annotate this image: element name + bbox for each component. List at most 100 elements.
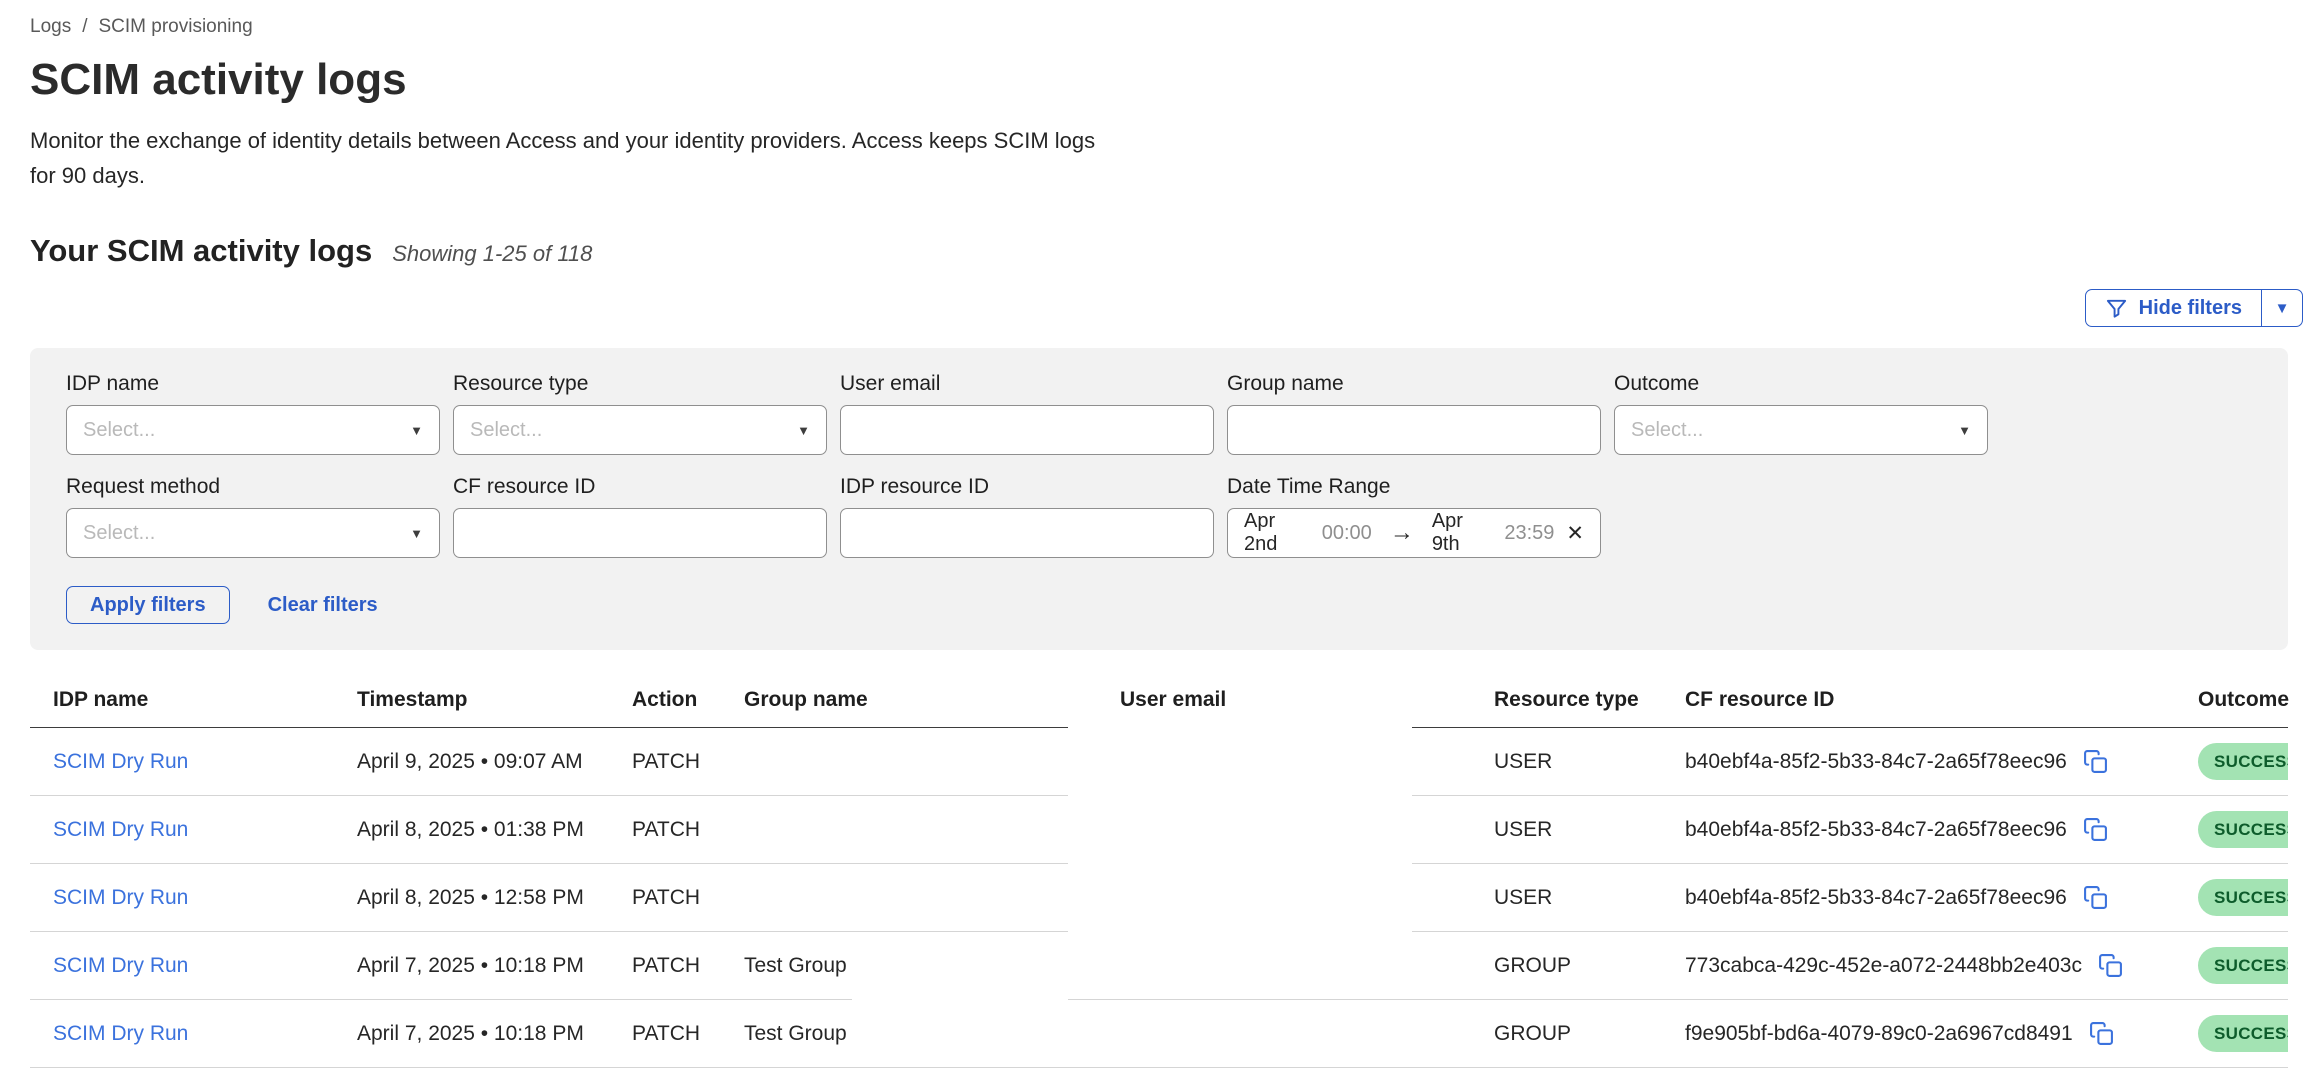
- idp-name-select[interactable]: Select... ▼: [66, 405, 440, 455]
- cell-action: PATCH: [620, 1000, 732, 1068]
- filter-field-user-email: User email: [840, 372, 1214, 455]
- apply-filters-button[interactable]: Apply filters: [66, 586, 230, 624]
- copy-icon[interactable]: [2089, 1021, 2114, 1046]
- range-end-time[interactable]: 23:59: [1504, 522, 1554, 545]
- filter-field-request-method: Request method Select... ▼: [66, 475, 440, 558]
- column-header-idp-name: IDP name: [30, 688, 345, 728]
- cf-resource-id-value: b40ebf4a-85f2-5b33-84c7-2a65f78eec96: [1685, 750, 2067, 774]
- cell-group-name: [732, 728, 1108, 796]
- select-placeholder: Select...: [83, 522, 155, 545]
- filters-dropdown-toggle[interactable]: ▼: [2261, 290, 2302, 326]
- idp-name-link[interactable]: SCIM Dry Run: [53, 954, 188, 977]
- hide-filters-button[interactable]: Hide filters ▼: [2085, 289, 2303, 327]
- idp-resource-id-input[interactable]: [840, 508, 1214, 558]
- cf-resource-id-input[interactable]: [453, 508, 827, 558]
- idp-name-link[interactable]: SCIM Dry Run: [53, 886, 188, 909]
- hide-filters-label: Hide filters: [2139, 297, 2242, 320]
- cell-idp-name: SCIM Dry Run: [30, 864, 345, 932]
- scim-activity-logs-page: Logs / SCIM provisioning SCIM activity l…: [0, 0, 2318, 1060]
- cell-cf-resource-id: b40ebf4a-85f2-5b33-84c7-2a65f78eec96: [1673, 796, 2186, 864]
- idp-name-link[interactable]: SCIM Dry Run: [53, 750, 188, 773]
- table-header-row: IDP nameTimestampActionGroup nameUser em…: [30, 688, 2288, 728]
- column-header-outcome: Outcome: [2186, 688, 2288, 728]
- outcome-select[interactable]: Select... ▼: [1614, 405, 1988, 455]
- copy-icon[interactable]: [2098, 953, 2123, 978]
- breadcrumb-logs[interactable]: Logs: [30, 16, 71, 38]
- field-label: Resource type: [453, 372, 827, 396]
- range-end-date[interactable]: Apr 9th: [1432, 510, 1493, 556]
- table-row: SCIM Dry Run April 7, 2025 • 10:18 PMPATC…: [30, 1000, 2288, 1068]
- cell-timestamp: April 8, 2025 • 01:38 PM: [345, 796, 620, 864]
- field-label: Group name: [1227, 372, 1601, 396]
- cell-action: PATCH: [620, 796, 732, 864]
- field-label: Outcome: [1614, 372, 1988, 396]
- caret-down-icon: ▼: [410, 423, 423, 438]
- field-label: Date Time Range: [1227, 475, 1601, 499]
- cell-cf-resource-id: b40ebf4a-85f2-5b33-84c7-2a65f78eec96: [1673, 728, 2186, 796]
- cell-idp-name: SCIM Dry Run: [30, 728, 345, 796]
- outcome-badge: SUCCESS: [2198, 811, 2288, 848]
- clear-filters-link[interactable]: Clear filters: [268, 594, 378, 617]
- cell-outcome: SUCCESS: [2186, 932, 2288, 1000]
- idp-name-link[interactable]: SCIM Dry Run: [53, 1022, 188, 1045]
- date-time-range-picker[interactable]: Apr 2nd 00:00 → Apr 9th 23:59 ✕: [1227, 508, 1601, 558]
- breadcrumb-scim-provisioning[interactable]: SCIM provisioning: [98, 16, 252, 38]
- select-placeholder: Select...: [1631, 419, 1703, 442]
- cell-action: PATCH: [620, 864, 732, 932]
- cell-timestamp: April 8, 2025 • 12:58 PM: [345, 864, 620, 932]
- page-title: SCIM activity logs: [30, 54, 2288, 105]
- cell-timestamp: April 9, 2025 • 09:07 AM: [345, 728, 620, 796]
- cell-idp-name: SCIM Dry Run: [30, 932, 345, 1000]
- column-header-cf-resource-id: CF resource ID: [1673, 688, 2186, 728]
- cell-action: PATCH: [620, 728, 732, 796]
- cell-outcome: SUCCESS: [2186, 796, 2288, 864]
- funnel-icon: [2105, 297, 2128, 320]
- results-count: Showing 1-25 of 118: [392, 241, 592, 267]
- outcome-badge: SUCCESS: [2198, 743, 2288, 780]
- column-header-resource-type: Resource type: [1482, 688, 1673, 728]
- cf-resource-id-value: b40ebf4a-85f2-5b33-84c7-2a65f78eec96: [1685, 886, 2067, 910]
- arrow-right-icon: →: [1390, 519, 1414, 547]
- filters-toolbar: Hide filters ▼: [30, 289, 2303, 327]
- field-label: IDP name: [66, 372, 440, 396]
- cell-outcome: SUCCESS: [2186, 728, 2288, 796]
- cell-resource-type: USER: [1482, 864, 1673, 932]
- select-placeholder: Select...: [83, 419, 155, 442]
- filter-field-idp-name: IDP name Select... ▼: [66, 372, 440, 455]
- field-label: User email: [840, 372, 1214, 396]
- copy-icon[interactable]: [2083, 817, 2108, 842]
- cell-cf-resource-id: b40ebf4a-85f2-5b33-84c7-2a65f78eec96: [1673, 864, 2186, 932]
- filter-panel: IDP name Select... ▼ Resource type Selec…: [30, 348, 2288, 650]
- copy-icon[interactable]: [2083, 749, 2108, 774]
- select-placeholder: Select...: [470, 419, 542, 442]
- user-email-input[interactable]: [840, 405, 1214, 455]
- range-start-date[interactable]: Apr 2nd: [1244, 510, 1310, 556]
- column-header-user-email: User email: [1108, 688, 1482, 728]
- chevron-down-icon: ▼: [2275, 300, 2290, 317]
- breadcrumb-separator: /: [82, 16, 87, 38]
- field-label: IDP resource ID: [840, 475, 1214, 499]
- cell-cf-resource-id: 773cabca-429c-452e-a072-2448bb2e403c: [1673, 932, 2186, 1000]
- cell-outcome: SUCCESS: [2186, 1000, 2288, 1068]
- caret-down-icon: ▼: [1958, 423, 1971, 438]
- filter-field-outcome: Outcome Select... ▼: [1614, 372, 1988, 455]
- resource-type-select[interactable]: Select... ▼: [453, 405, 827, 455]
- cell-resource-type: USER: [1482, 796, 1673, 864]
- range-start-time[interactable]: 00:00: [1322, 522, 1372, 545]
- section-header: Your SCIM activity logs Showing 1-25 of …: [30, 233, 2288, 269]
- breadcrumb: Logs / SCIM provisioning: [30, 16, 2288, 38]
- caret-down-icon: ▼: [797, 423, 810, 438]
- cell-timestamp: April 7, 2025 • 10:18 PM: [345, 932, 620, 1000]
- cell-outcome: SUCCESS: [2186, 864, 2288, 932]
- cell-timestamp: April 7, 2025 • 10:18 PM: [345, 1000, 620, 1068]
- caret-down-icon: ▼: [410, 526, 423, 541]
- cell-resource-type: GROUP: [1482, 1000, 1673, 1068]
- request-method-select[interactable]: Select... ▼: [66, 508, 440, 558]
- close-icon[interactable]: ✕: [1566, 521, 1584, 546]
- cell-action: PATCH: [620, 932, 732, 1000]
- group-name-input[interactable]: [1227, 405, 1601, 455]
- filter-field-idp-resource-id: IDP resource ID: [840, 475, 1214, 558]
- field-label: CF resource ID: [453, 475, 827, 499]
- copy-icon[interactable]: [2083, 885, 2108, 910]
- idp-name-link[interactable]: SCIM Dry Run: [53, 818, 188, 841]
